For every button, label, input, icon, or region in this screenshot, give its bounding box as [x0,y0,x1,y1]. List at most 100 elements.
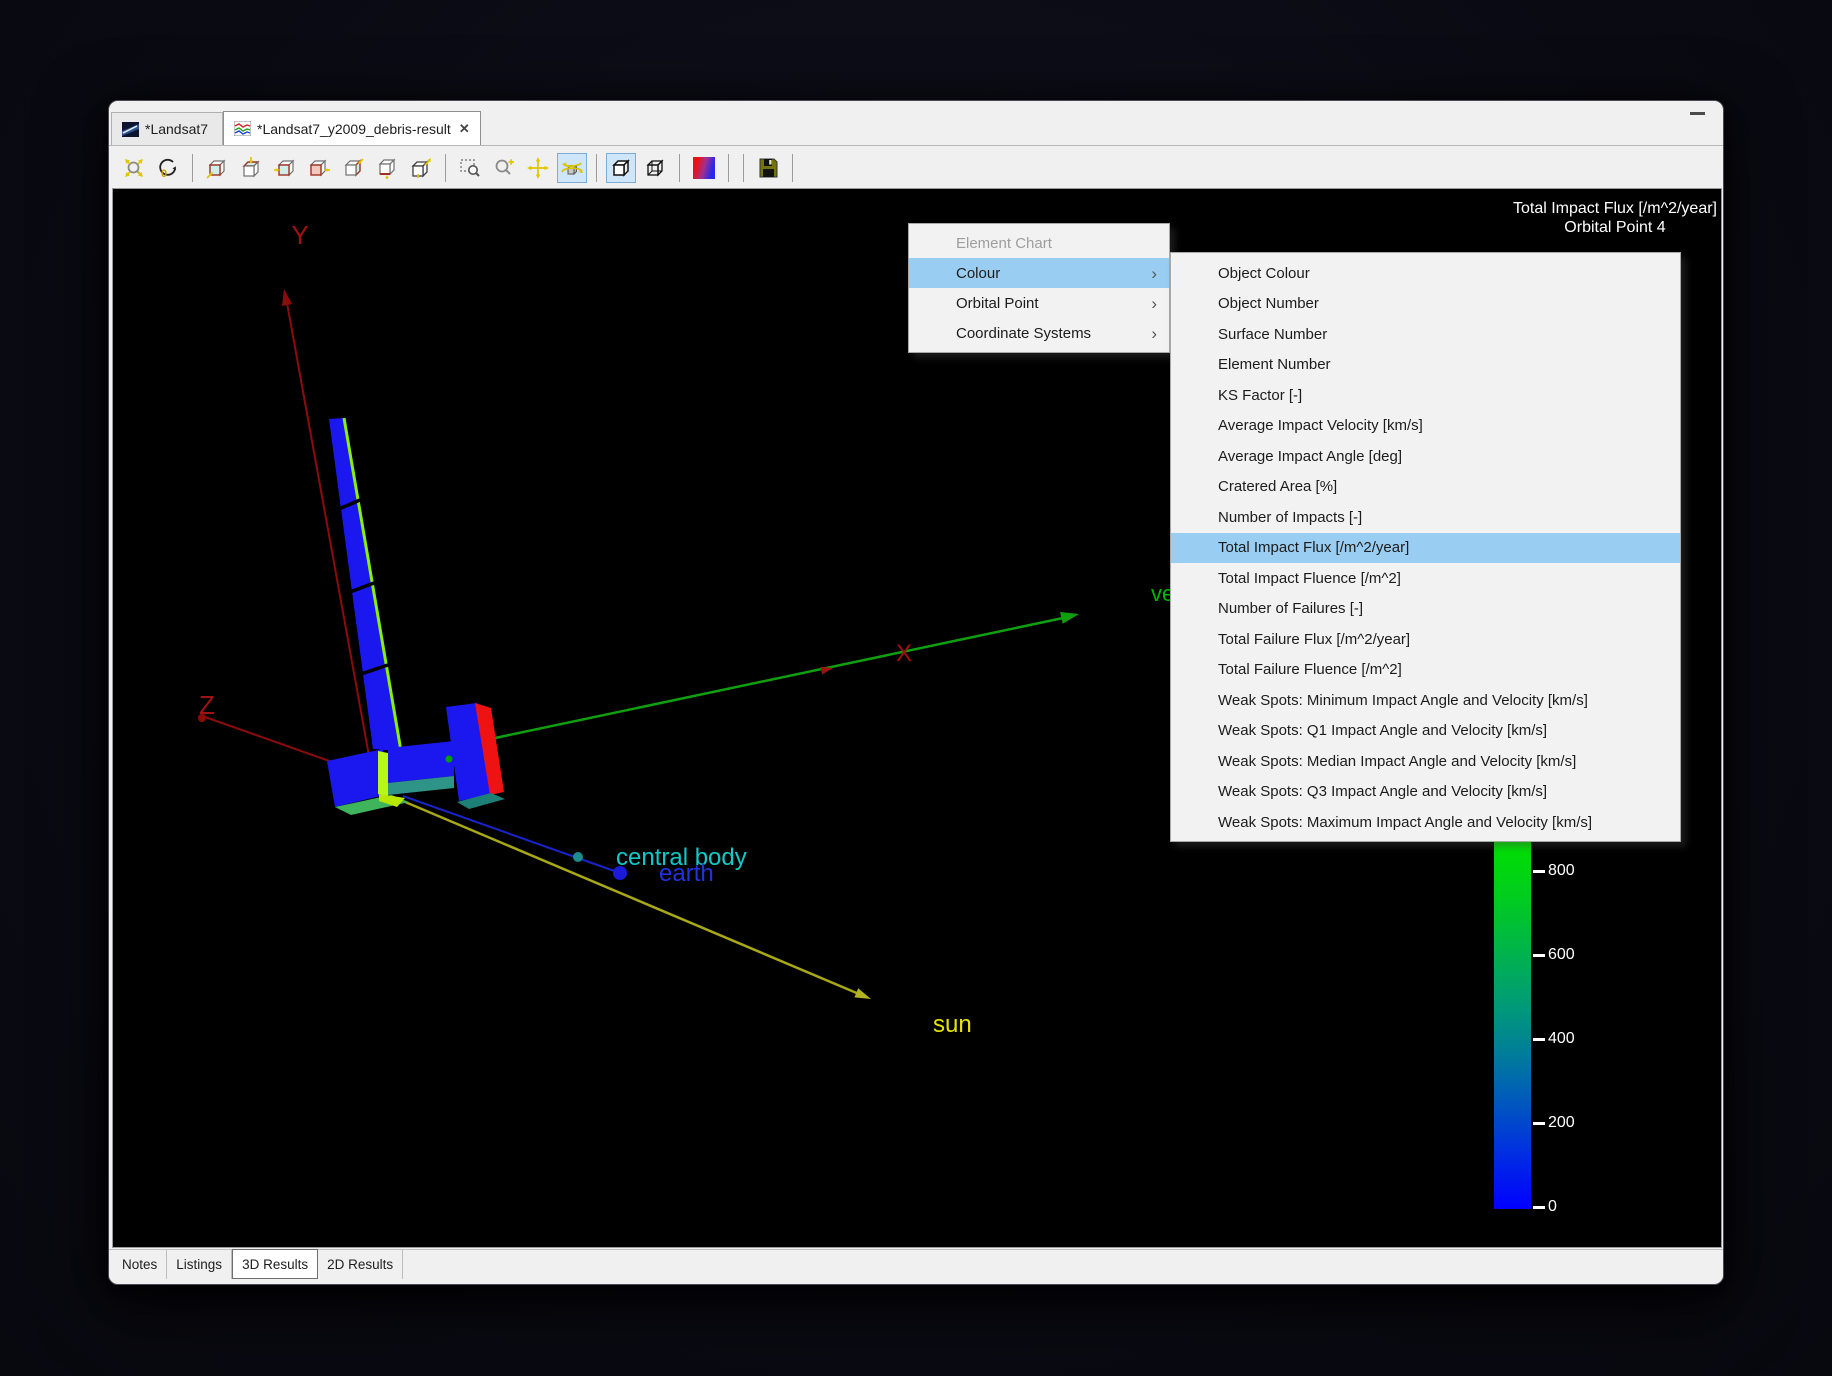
colorbar-tick: 200 [1533,1114,1575,1132]
solar-panel [329,418,401,751]
colour-scale-icon[interactable] [689,153,719,183]
submenu-item-surface-number[interactable]: Surface Number [1171,319,1680,350]
view-back-icon[interactable] [338,153,368,183]
toolbar-separator [792,154,793,182]
result-tab-bar: Notes Listings 3D Results 2D Results [109,1249,1723,1279]
tab-3d-results[interactable]: 3D Results [232,1249,318,1279]
tab-debris-result[interactable]: *Landsat7_y2009_debris-result ✕ [223,111,481,145]
view-front-icon[interactable] [202,153,232,183]
submenu-item-object-colour[interactable]: Object Colour [1171,258,1680,289]
sun-label: sun [933,1011,972,1038]
submenu-item-cratered-area[interactable]: Cratered Area [%] [1171,472,1680,503]
tab-label: *Landsat7_y2009_debris-result [257,121,451,137]
pan-icon[interactable] [523,153,553,183]
x-axis-label: X [896,640,912,667]
colorbar-tick: 800 [1533,862,1575,880]
earth-line [403,796,620,873]
submenu-item-number-of-failures[interactable]: Number of Failures [-] [1171,594,1680,625]
colorbar-tick: 0 [1533,1198,1557,1216]
tick-label: 400 [1548,1030,1575,1048]
tick-label: 800 [1548,862,1575,880]
submenu-item-weak-spots-minimum[interactable]: Weak Spots: Minimum Impact Angle and Vel… [1171,685,1680,716]
tick-label: 0 [1548,1198,1557,1216]
submenu-item-ks-factor[interactable]: KS Factor [-] [1171,380,1680,411]
submenu-item-average-impact-angle[interactable]: Average Impact Angle [deg] [1171,441,1680,472]
rotate-zero-icon[interactable]: 0 [153,153,183,183]
view-isometric-icon[interactable] [406,153,436,183]
y-axis-arrowhead [282,289,292,306]
velocity-line [443,618,1063,749]
submenu-item-total-impact-fluence[interactable]: Total Impact Fluence [/m^2] [1171,563,1680,594]
colorbar-tick: 600 [1533,946,1575,964]
submenu-item-weak-spots-median[interactable]: Weak Spots: Median Impact Angle and Velo… [1171,746,1680,777]
result-chart-icon [234,121,251,136]
menu-item-element-chart[interactable]: Element Chart [909,228,1169,258]
rotate-view-icon[interactable] [557,153,587,183]
view-bottom-icon[interactable] [372,153,402,183]
body-mast [378,751,388,796]
toolbar-separator [743,154,744,182]
submenu-item-element-number[interactable]: Element Number [1171,350,1680,381]
zoom-in-out-icon[interactable] [489,153,519,183]
submenu-arrow-icon: › [1151,265,1157,282]
minimize-button[interactable] [1690,112,1705,115]
tab-notes[interactable]: Notes [113,1250,167,1279]
submenu-arrow-icon: › [1151,325,1157,342]
toolbar-separator [679,154,680,182]
toolbar-separator [728,154,729,182]
tick-mark [1533,1122,1545,1125]
menu-item-colour[interactable]: Colour › [909,258,1169,288]
satellite-image-icon [122,122,139,137]
submenu-item-weak-spots-q1[interactable]: Weak Spots: Q1 Impact Angle and Velocity… [1171,716,1680,747]
svg-text:0: 0 [161,168,167,180]
tick-mark [1533,1038,1545,1041]
zoom-window-icon[interactable] [455,153,485,183]
submenu-item-number-of-impacts[interactable]: Number of Impacts [-] [1171,502,1680,533]
sun-line [391,796,859,994]
tick-mark [1533,1206,1545,1209]
submenu-item-object-number[interactable]: Object Number [1171,289,1680,320]
toolbar-separator [192,154,193,182]
menu-item-orbital-point[interactable]: Orbital Point › [909,288,1169,318]
axes-origin-dot [446,756,453,763]
y-axis-label: Y [291,220,308,250]
central-body-dot [573,852,583,862]
earth-label: earth [659,860,714,887]
velocity-arrowhead [1060,612,1079,624]
x-axis-arrowhead [820,667,833,675]
z-axis-label: Z [199,690,215,720]
submenu-item-total-impact-flux[interactable]: Total Impact Flux [/m^2/year] [1171,533,1680,564]
submenu-item-total-failure-flux[interactable]: Total Failure Flux [/m^2/year] [1171,624,1680,655]
tick-label: 600 [1548,946,1575,964]
view-top-icon[interactable] [236,153,266,183]
wireframe-shading-icon[interactable] [640,153,670,183]
body-center-bar [388,741,454,783]
menu-item-coordinate-systems[interactable]: Coordinate Systems › [909,318,1169,348]
colorbar-tick: 400 [1533,1030,1575,1048]
tab-listings[interactable]: Listings [167,1250,232,1279]
submenu-item-total-failure-fluence[interactable]: Total Failure Fluence [/m^2] [1171,655,1680,686]
submenu-item-weak-spots-q3[interactable]: Weak Spots: Q3 Impact Angle and Velocity… [1171,777,1680,808]
submenu-item-average-impact-velocity[interactable]: Average Impact Velocity [km/s] [1171,411,1680,442]
tab-landsat7[interactable]: *Landsat7 [111,112,223,145]
view-right-icon[interactable] [304,153,334,183]
gradient-swatch [693,157,715,179]
sun-arrowhead [854,988,871,999]
view-left-icon[interactable] [270,153,300,183]
solid-shading-icon[interactable] [606,153,636,183]
tab-label: *Landsat7 [145,121,208,137]
save-icon[interactable] [753,153,783,183]
tab-2d-results[interactable]: 2D Results [318,1250,403,1279]
submenu-item-weak-spots-maximum[interactable]: Weak Spots: Maximum Impact Angle and Vel… [1171,807,1680,838]
context-menu: Element Chart Colour › Orbital Point › C… [908,223,1170,353]
submenu-arrow-icon: › [1151,295,1157,312]
toolbar-separator [445,154,446,182]
desktop-background: { "window": { "tabs": [ { "label": "*Lan… [0,0,1832,1376]
viewer-toolbar: 0 [109,146,1723,189]
close-tab-icon[interactable]: ✕ [459,121,470,137]
toolbar-separator [596,154,597,182]
tick-mark [1533,954,1545,957]
tick-label: 200 [1548,1114,1575,1132]
editor-tab-strip: *Landsat7 *Landsat7_y2009_debris-result … [109,101,1723,146]
zoom-extents-icon[interactable] [119,153,149,183]
